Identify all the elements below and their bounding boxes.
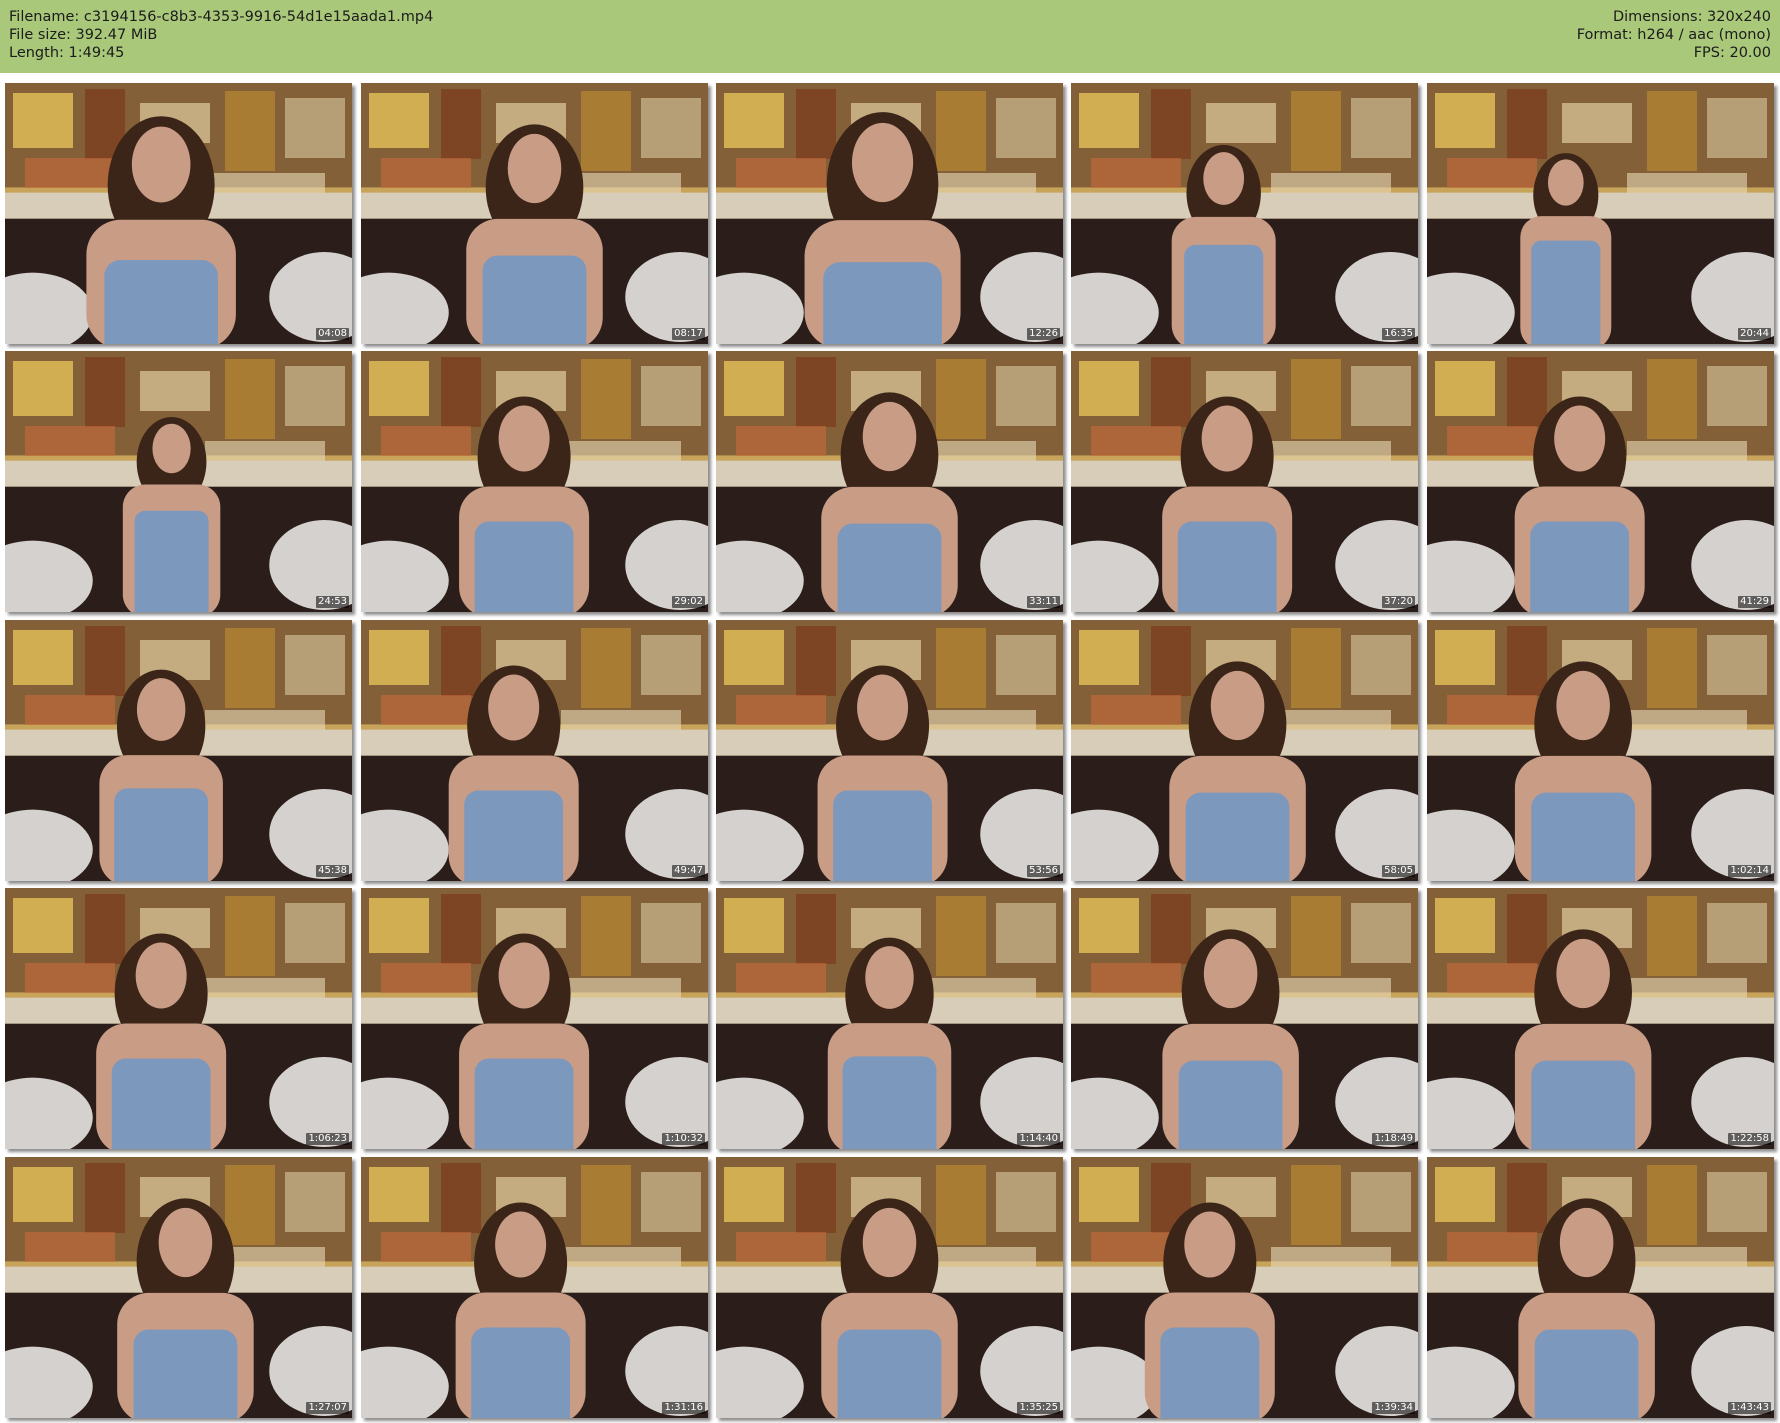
video-frame-thumbnail: 58:05: [1071, 620, 1418, 881]
frame-timestamp: 58:05: [1382, 865, 1415, 877]
frame-timestamp: 41:29: [1738, 596, 1771, 608]
frame-image: [1071, 83, 1418, 344]
filesize-text: File size: 392.47 MiB: [9, 27, 158, 43]
frame-timestamp: 12:26: [1027, 328, 1060, 340]
frame-timestamp: 1:18:49: [1372, 1133, 1415, 1145]
frame-timestamp: 1:10:32: [662, 1133, 705, 1145]
frame-image: [716, 83, 1063, 344]
info-header: Filename: c3194156-c8b3-4353-9916-54d1e1…: [0, 0, 1780, 73]
frame-image: [361, 83, 708, 344]
frame-image: [716, 1157, 1063, 1418]
video-frame-thumbnail: 49:47: [361, 620, 708, 881]
frame-image: [1071, 1157, 1418, 1418]
frame-image: [716, 620, 1063, 881]
format-text: Format: h264 / aac (mono): [1576, 27, 1771, 43]
video-frame-thumbnail: 1:31:16: [361, 1157, 708, 1418]
video-frame-thumbnail: 04:08: [5, 83, 352, 344]
frame-image: [1071, 888, 1418, 1149]
video-frame-thumbnail: 1:39:34: [1071, 1157, 1418, 1418]
fps-text: FPS: 20.00: [1693, 45, 1771, 61]
frame-timestamp: 1:06:23: [306, 1133, 349, 1145]
video-frame-thumbnail: 1:27:07: [5, 1157, 352, 1418]
frame-image: [1427, 83, 1774, 344]
frame-timestamp: 24:53: [316, 596, 349, 608]
frame-timestamp: 1:31:16: [662, 1402, 705, 1414]
frame-timestamp: 16:35: [1382, 328, 1415, 340]
frame-timestamp: 08:17: [672, 328, 705, 340]
frame-image: [5, 1157, 352, 1418]
frame-timestamp: 45:38: [316, 865, 349, 877]
frame-image: [361, 1157, 708, 1418]
frame-image: [716, 888, 1063, 1149]
video-frame-thumbnail: 1:14:40: [716, 888, 1063, 1149]
frame-image: [5, 351, 352, 612]
frame-timestamp: 1:22:58: [1728, 1133, 1771, 1145]
video-frame-thumbnail: 1:18:49: [1071, 888, 1418, 1149]
video-frame-thumbnail: 16:35: [1071, 83, 1418, 344]
frame-timestamp: 1:14:40: [1017, 1133, 1060, 1145]
frame-timestamp: 20:44: [1738, 328, 1771, 340]
frame-image: [1071, 620, 1418, 881]
frame-image: [5, 83, 352, 344]
video-frame-thumbnail: 08:17: [361, 83, 708, 344]
frame-image: [361, 620, 708, 881]
video-frame-thumbnail: 41:29: [1427, 351, 1774, 612]
video-frame-thumbnail: 33:11: [716, 351, 1063, 612]
frame-timestamp: 1:35:25: [1017, 1402, 1060, 1414]
frame-timestamp: 29:02: [672, 596, 705, 608]
file-info-left: Filename: c3194156-c8b3-4353-9916-54d1e1…: [9, 8, 433, 62]
frame-image: [5, 620, 352, 881]
filename-text: Filename: c3194156-c8b3-4353-9916-54d1e1…: [9, 9, 434, 25]
frame-timestamp: 04:08: [316, 328, 349, 340]
frame-timestamp: 1:02:14: [1728, 865, 1771, 877]
length-text: Length: 1:49:45: [9, 45, 125, 61]
frame-image: [1427, 1157, 1774, 1418]
dimensions-text: Dimensions: 320x240: [1612, 9, 1771, 25]
file-info-right: Dimensions: 320x240 Format: h264 / aac (…: [1577, 8, 1771, 62]
video-frame-thumbnail: 1:22:58: [1427, 888, 1774, 1149]
video-frame-thumbnail: 53:56: [716, 620, 1063, 881]
video-frame-thumbnail: 1:06:23: [5, 888, 352, 1149]
frame-image: [361, 888, 708, 1149]
video-frame-thumbnail: 12:26: [716, 83, 1063, 344]
frame-timestamp: 1:39:34: [1372, 1402, 1415, 1414]
video-frame-thumbnail: 1:02:14: [1427, 620, 1774, 881]
frame-timestamp: 1:43:43: [1728, 1402, 1771, 1414]
frame-timestamp: 1:27:07: [306, 1402, 349, 1414]
frame-timestamp: 53:56: [1027, 865, 1060, 877]
frame-image: [361, 351, 708, 612]
frame-image: [1427, 888, 1774, 1149]
video-frame-thumbnail: 37:20: [1071, 351, 1418, 612]
frame-image: [1071, 351, 1418, 612]
frame-timestamp: 49:47: [672, 865, 705, 877]
video-frame-thumbnail: 1:35:25: [716, 1157, 1063, 1418]
frame-image: [716, 351, 1063, 612]
video-frame-thumbnail: 45:38: [5, 620, 352, 881]
frame-image: [1427, 620, 1774, 881]
frame-image: [5, 888, 352, 1149]
video-frame-thumbnail: 29:02: [361, 351, 708, 612]
video-frame-thumbnail: 1:43:43: [1427, 1157, 1774, 1418]
frame-timestamp: 33:11: [1027, 596, 1060, 608]
frame-image: [1427, 351, 1774, 612]
video-frame-thumbnail: 24:53: [5, 351, 352, 612]
frame-timestamp: 37:20: [1382, 596, 1415, 608]
video-frame-thumbnail: 1:10:32: [361, 888, 708, 1149]
video-frame-thumbnail: 20:44: [1427, 83, 1774, 344]
